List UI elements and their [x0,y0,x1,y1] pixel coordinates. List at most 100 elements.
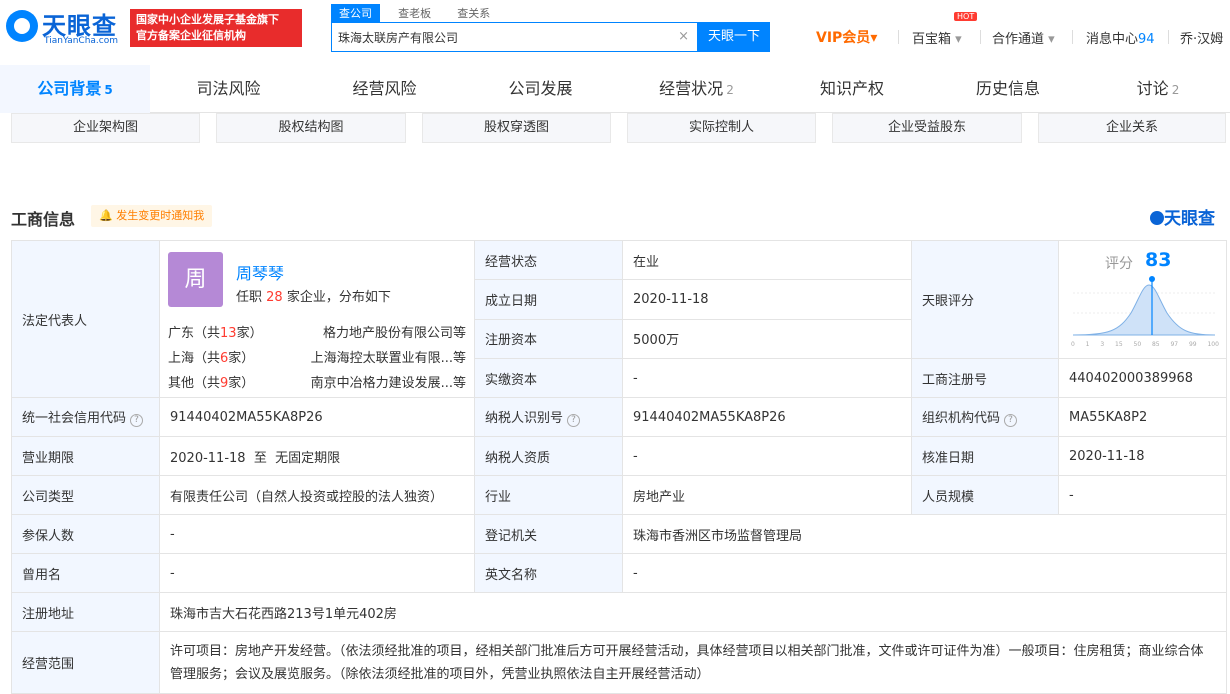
clear-icon[interactable]: × [678,29,689,44]
chevron-down-icon: ▾ [870,30,878,46]
toolbox-menu[interactable]: 百宝箱 ▾ [912,28,962,47]
badge-line-1: 国家中小企业发展子基金旗下 [136,13,279,26]
credit-code-value: 91440402MA55KA8P26 [159,397,475,437]
status-label: 经营状态 [474,239,623,281]
section-title: 工商信息 [11,210,76,229]
partner-channel-label: 合作通道 [992,32,1045,47]
search-input[interactable] [332,23,662,51]
user-menu[interactable]: 乔·汉姆 [1180,28,1223,47]
insured-label: 参保人数 [11,514,160,554]
company-type-label: 公司类型 [11,475,160,515]
tab-label: 历史信息 [975,79,1040,98]
search-tab-boss[interactable]: 查老板 [390,4,439,22]
chevron-down-icon: ▾ [955,32,962,47]
scope-label: 经营范围 [11,631,160,694]
badge-line-2: 官方备案企业征信机构 [136,29,246,42]
score-widget[interactable]: 评分 83 0 1 3 15 50 85 97 99 100 [1060,242,1226,358]
help-icon[interactable]: ? [567,414,581,427]
industry-value: 房地产业 [622,475,912,515]
taxpayer-id-label: 纳税人识别号? [474,397,623,437]
approve-date-value: 2020-11-18 [1058,436,1227,476]
avatar[interactable]: 周 [168,251,223,307]
vip-member-menu[interactable]: VIP会员▾ [816,27,877,47]
region-company-link[interactable]: 南京中冶格力建设发展...等 [311,372,466,391]
message-center-link[interactable]: 消息中心94 [1086,28,1155,47]
help-icon[interactable]: ? [130,414,144,427]
tab-discussion[interactable]: 讨论 2 [1086,65,1230,113]
found-date-value: 2020-11-18 [622,279,912,320]
org-chart-button[interactable]: 企业架构图 [11,113,200,143]
region-unit: 家） [228,350,255,366]
hot-badge: HOT [954,12,978,21]
equity-structure-button[interactable]: 股权结构图 [216,113,406,143]
axis-tick: 100 [1207,341,1219,348]
search-tab-relation[interactable]: 查关系 [449,4,498,22]
capital-label: 注册资本 [474,318,623,360]
paid-capital-label: 实缴资本 [474,358,623,398]
search-button[interactable]: 天眼一下 [698,22,770,52]
legal-rep-roles: 任职 28 家企业，分布如下 [236,286,391,305]
legal-rep-cell: 周 周琴琴 任职 28 家企业，分布如下 广东（共13家） 格力地产股份有限公司… [159,240,475,398]
role-prefix: 任职 [236,289,263,305]
industry-label: 行业 [474,475,623,515]
actual-controller-button[interactable]: 实际控制人 [627,113,816,143]
english-name-value: - [622,553,1227,593]
tab-company-development[interactable]: 公司发展 [462,65,619,113]
region-guangdong[interactable]: 广东（共13家） [168,322,263,341]
divider [898,30,899,44]
tab-business-status[interactable]: 经营状况 2 [619,65,774,113]
axis-tick: 3 [1100,341,1105,348]
search-tab-company[interactable]: 查公司 [331,4,380,22]
brand-text: 天眼查 [1164,209,1215,229]
approve-date-label: 核准日期 [911,436,1059,476]
insured-value: - [159,514,475,554]
region-company-link[interactable]: 格力地产股份有限公司等 [323,322,466,341]
logo[interactable]: 天眼查 TianYanCha.com [6,8,124,48]
company-relations-button[interactable]: 企业关系 [1038,113,1226,143]
tab-label: 经营风险 [352,79,417,98]
tab-company-background[interactable]: 公司背景 5 [0,65,150,113]
search-box: × [331,22,698,52]
tab-label: 公司背景 [37,79,102,98]
notify-change-button[interactable]: 🔔 发生变更时通知我 [91,205,213,227]
org-code-text: 组织机构代码 [922,411,1001,426]
paid-capital-value: - [622,358,912,398]
tab-judicial-risk[interactable]: 司法风险 [150,65,307,113]
beneficial-owner-button[interactable]: 企业受益股东 [832,113,1022,143]
tab-history[interactable]: 历史信息 [930,65,1086,113]
tab-operational-risk[interactable]: 经营风险 [307,65,462,113]
region-company-link[interactable]: 上海海控太联置业有限...等 [311,347,466,366]
tab-intellectual-property[interactable]: 知识产权 [774,65,930,113]
credit-code-text: 统一社会信用代码 [22,411,127,426]
taxpayer-id-value: 91440402MA55KA8P26 [622,397,912,437]
axis-tick: 99 [1188,341,1197,348]
region-unit: 家） [228,375,255,391]
axis-tick: 97 [1170,341,1179,348]
legal-rep-name-link[interactable]: 周琴琴 [236,260,284,284]
address-value: 珠海市吉大石花西路213号1单元402房 [159,592,1227,632]
region-shanghai[interactable]: 上海（共6家） [168,347,254,366]
notify-label: 发生变更时通知我 [116,209,205,222]
region-label: 其他（共 [168,375,221,391]
bell-icon: 🔔 [99,209,113,222]
role-suffix: 家企业，分布如下 [286,289,391,305]
region-unit: 家） [236,325,263,341]
region-label: 广东（共 [168,325,221,341]
partner-channel-menu[interactable]: 合作通道 ▾ [992,28,1055,47]
legal-rep-card: 周 周琴琴 任职 28 家企业，分布如下 广东（共13家） 格力地产股份有限公司… [161,242,474,397]
logo-icon [1150,211,1164,225]
equity-penetration-button[interactable]: 股权穿透图 [422,113,611,143]
reg-no-value: 440402000389968 [1058,358,1227,398]
region-other[interactable]: 其他（共9家） [168,372,254,391]
reg-no-label: 工商注册号 [911,358,1059,398]
authority-label: 登记机关 [474,514,623,554]
axis-tick: 15 [1115,341,1123,348]
message-count: 94 [1138,32,1155,47]
logo-icon [6,10,38,42]
top-bar: 天眼查 TianYanCha.com 国家中小企业发展子基金旗下 官方备案企业征… [0,0,1230,65]
axis-tick: 0 [1071,341,1075,348]
region-label: 上海（共 [168,350,221,366]
tab-count: 5 [104,83,113,97]
help-icon[interactable]: ? [1004,414,1018,427]
logo-domain: TianYanCha.com [44,36,119,46]
